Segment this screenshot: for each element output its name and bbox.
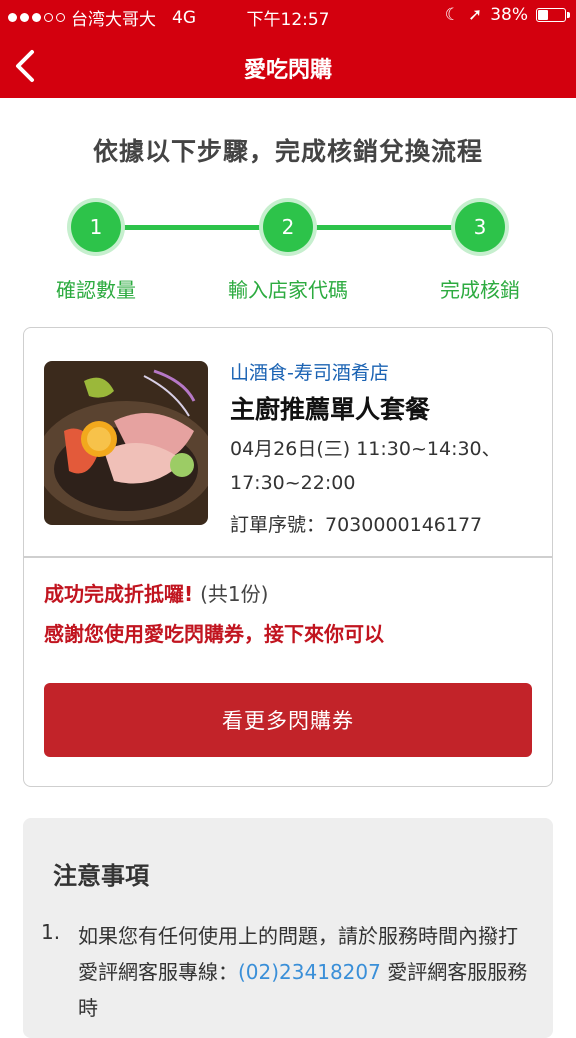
battery-icon	[536, 8, 570, 22]
notice-item-text: 如果您有任何使用上的問題，請於服務時間內撥打愛評網客服專線：(02)234182…	[78, 918, 528, 1026]
thanks-message: 感謝您使用愛吃閃購券，接下來你可以	[44, 622, 384, 646]
success-text: 成功完成折抵囉!	[44, 582, 194, 606]
success-count: (共1份)	[200, 582, 269, 606]
step-connector	[310, 225, 460, 230]
step-2-circle: 2	[263, 202, 313, 252]
date-line-2: 17:30~22:00	[230, 472, 356, 494]
notice-title: 注意事項	[53, 862, 149, 890]
progress-steps: 1 2 3 確認數量 輸入店家代碼 完成核銷	[0, 200, 576, 310]
shop-name-link[interactable]: 山酒食-寿司酒肴店	[230, 358, 389, 385]
status-bar: 台湾大哥大 4G 下午12:57 ☾ ➚ 38%	[0, 0, 576, 34]
notice-panel: 注意事項 1. 如果您有任何使用上的問題，請於服務時間內撥打愛評網客服專線：(0…	[23, 818, 553, 1038]
customer-service-phone-link[interactable]: (02)23418207	[238, 960, 381, 984]
step-2-label: 輸入店家代碼	[228, 278, 348, 302]
dish-photo	[44, 361, 208, 525]
success-message: 成功完成折抵囉! (共1份)	[44, 578, 268, 607]
date-line-1: 04月26日(三) 11:30~14:30、	[230, 438, 501, 460]
page-title: 愛吃閃購	[243, 58, 332, 83]
notice-item-number: 1.	[41, 920, 61, 944]
location-arrow-icon: ➚	[467, 5, 483, 25]
step-1-circle: 1	[71, 202, 121, 252]
battery-percent: 38%	[490, 5, 528, 25]
order-card: 山酒食-寿司酒肴店 主廚推薦單人套餐 04月26日(三) 11:30~14:30…	[23, 327, 553, 787]
top-bar: 台湾大哥大 4G 下午12:57 ☾ ➚ 38% 愛吃閃購	[0, 0, 576, 98]
step-3-label: 完成核銷	[440, 278, 520, 302]
nav-bar: 愛吃閃購	[0, 34, 576, 98]
moon-icon: ☾	[444, 5, 460, 25]
step-1-label: 確認數量	[56, 278, 136, 302]
card-divider	[24, 556, 552, 558]
step-connector	[120, 225, 270, 230]
more-coupons-button[interactable]: 看更多閃購券	[44, 683, 532, 757]
order-number: 訂單序號：7030000146177	[230, 514, 483, 536]
instructions-heading: 依據以下步驟，完成核銷兌換流程	[92, 137, 483, 166]
step-3-circle: 3	[455, 202, 505, 252]
dish-name: 主廚推薦單人套餐	[230, 395, 431, 424]
